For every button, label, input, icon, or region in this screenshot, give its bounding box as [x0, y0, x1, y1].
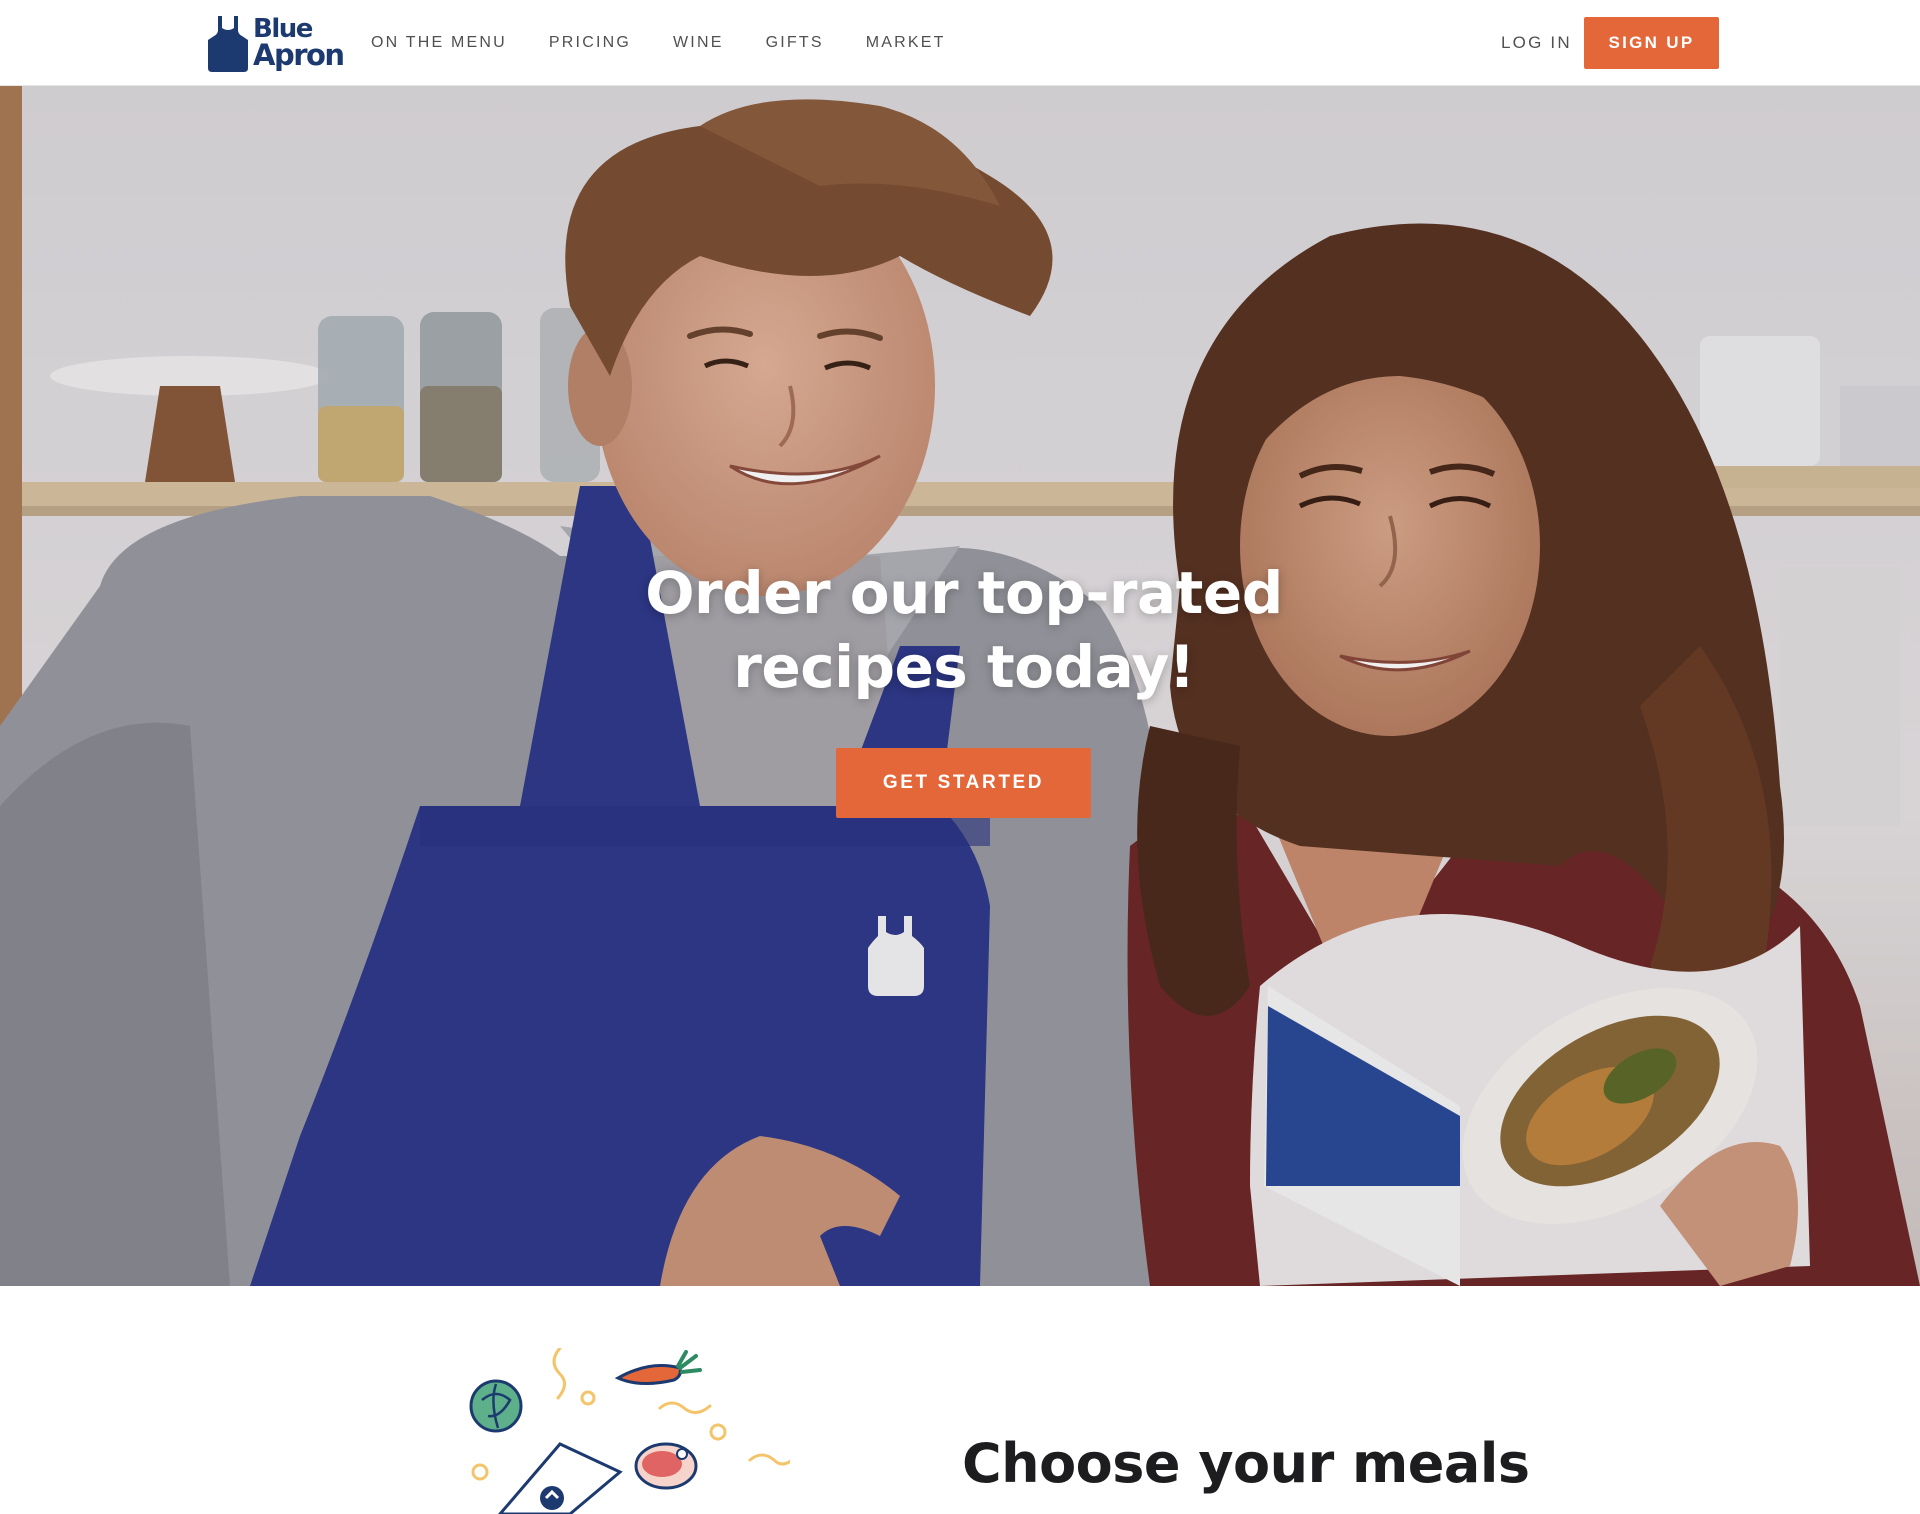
cabbage-icon	[469, 1379, 523, 1433]
steak-icon	[634, 1442, 698, 1490]
logo-line-2: Apron	[253, 38, 345, 72]
hero-section: Order our top-rated recipes today! GET S…	[0, 86, 1920, 1286]
section-title: Choose your meals	[962, 1432, 1530, 1495]
nav-wine[interactable]: WINE	[673, 34, 724, 52]
blue-apron-logo[interactable]: Blue Apron	[206, 14, 345, 72]
nav-market[interactable]: MARKET	[866, 34, 946, 52]
logo-wordmark: Blue Apron	[253, 16, 345, 72]
login-link[interactable]: LOG IN	[1501, 33, 1572, 53]
get-started-button[interactable]: GET STARTED	[836, 748, 1091, 818]
main-nav: ON THE MENU PRICING WINE GIFTS MARKET	[371, 0, 988, 86]
choose-meals-illustration	[469, 1348, 790, 1514]
carrot-icon	[614, 1350, 702, 1385]
nav-pricing[interactable]: PRICING	[549, 34, 631, 52]
signup-button[interactable]: SIGN UP	[1584, 17, 1719, 69]
site-header: Blue Apron ON THE MENU PRICING WINE GIFT…	[0, 0, 1920, 86]
nav-gifts[interactable]: GIFTS	[766, 34, 824, 52]
hero-title-line-1: Order our top-rated	[645, 559, 1283, 627]
hero-title: Order our top-rated recipes today!	[560, 556, 1368, 704]
how-it-works-section: Choose your meals	[0, 1286, 1920, 1514]
hero-title-line-2: recipes today!	[733, 633, 1195, 701]
box-icon	[498, 1442, 623, 1514]
apron-logo-icon	[208, 16, 248, 72]
nav-on-the-menu[interactable]: ON THE MENU	[371, 34, 507, 52]
